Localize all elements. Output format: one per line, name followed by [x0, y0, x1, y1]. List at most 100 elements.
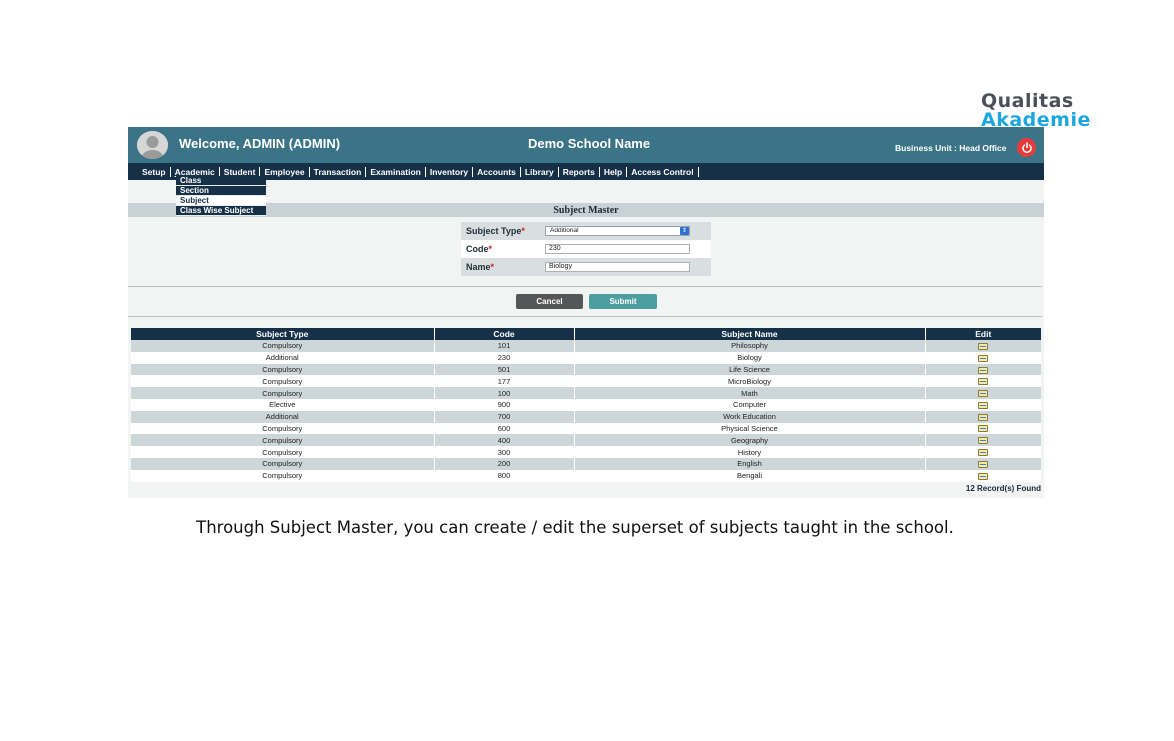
table-row: Elective 900 Computer — [131, 398, 1041, 411]
name-row: Name* Biology — [461, 258, 711, 276]
required-mark: * — [521, 226, 525, 236]
cell-subject-type: Elective — [131, 398, 435, 411]
cell-edit — [925, 398, 1041, 411]
cell-subject-type: Compulsory — [131, 363, 435, 376]
nav-examination[interactable]: Examination — [366, 166, 426, 177]
table-row: Compulsory 800 Bengali — [131, 469, 1041, 482]
column-header-subject-type[interactable]: Subject Type — [131, 328, 435, 340]
app-header: Welcome, ADMIN (ADMIN) Demo School Name … — [128, 127, 1044, 163]
cell-subject-name: MicroBiology — [574, 375, 926, 388]
nav-reports[interactable]: Reports — [559, 166, 600, 177]
cell-edit — [925, 351, 1041, 364]
cell-edit — [925, 469, 1041, 482]
academic-dropdown-menu: Class Section Subject Class Wise Subject — [176, 176, 266, 216]
nav-accounts[interactable]: Accounts — [473, 166, 521, 177]
cell-subject-type: Compulsory — [131, 387, 435, 399]
nav-academic[interactable]: Academic — [171, 166, 220, 177]
nav-transaction[interactable]: Transaction — [310, 166, 367, 177]
table-body: Compulsory 101 Philosophy Additional 230 Biol… — [131, 340, 1041, 482]
cell-edit — [925, 410, 1041, 423]
cell-code: 230 — [434, 351, 575, 364]
cell-code: 100 — [434, 387, 575, 399]
subject-type-select[interactable]: Additional ⇕ — [545, 226, 690, 236]
cell-edit — [925, 422, 1041, 435]
cell-subject-type: Compulsory — [131, 446, 435, 458]
menu-item-class-wise-subject[interactable]: Class Wise Subject — [176, 206, 266, 216]
table-row: Compulsory 501 Life Science — [131, 363, 1041, 376]
cell-code: 177 — [434, 375, 575, 388]
edit-icon[interactable] — [978, 460, 989, 468]
cell-subject-name: Math — [574, 387, 926, 399]
nav-access-control[interactable]: Access Control — [627, 166, 699, 177]
menu-item-subject[interactable]: Subject — [176, 196, 266, 206]
required-mark: * — [488, 244, 493, 254]
required-mark: * — [490, 262, 495, 272]
edit-icon[interactable] — [978, 342, 989, 350]
code-input[interactable]: 230 — [545, 244, 690, 254]
chevron-updown-icon: ⇕ — [680, 227, 689, 235]
nav-library[interactable]: Library — [521, 166, 559, 177]
edit-icon[interactable] — [978, 390, 989, 398]
name-label: Name* — [466, 262, 495, 272]
cell-subject-type: Compulsory — [131, 422, 435, 435]
divider — [128, 316, 1042, 317]
nav-help[interactable]: Help — [600, 166, 628, 177]
subject-type-value: Additional — [550, 227, 579, 234]
column-header-edit: Edit — [925, 328, 1041, 340]
cell-edit — [925, 434, 1041, 447]
cell-subject-name: Computer — [574, 398, 926, 411]
cell-subject-type: Compulsory — [131, 457, 435, 470]
table-row: Additional 230 Biology — [131, 351, 1041, 364]
cell-subject-name: Biology — [574, 351, 926, 364]
edit-icon[interactable] — [978, 449, 989, 457]
table-row: Compulsory 100 Math — [131, 387, 1041, 399]
cell-edit — [925, 457, 1041, 470]
name-input[interactable]: Biology — [545, 262, 690, 272]
cell-code: 300 — [434, 446, 575, 458]
cell-subject-name: Physical Science — [574, 422, 926, 435]
power-icon[interactable] — [1017, 138, 1036, 157]
cell-code: 101 — [434, 340, 575, 352]
column-header-subject-name[interactable]: Subject Name — [574, 328, 926, 340]
code-row: Code* 230 — [461, 240, 711, 258]
nav-inventory[interactable]: Inventory — [426, 166, 474, 177]
menu-item-class[interactable]: Class — [176, 176, 266, 186]
cell-code: 900 — [434, 398, 575, 411]
table-row: Compulsory 177 MicroBiology — [131, 375, 1041, 388]
user-avatar-icon[interactable] — [137, 131, 168, 159]
cell-code: 400 — [434, 434, 575, 447]
cell-code: 200 — [434, 457, 575, 470]
nav-student[interactable]: Student — [220, 166, 261, 177]
edit-icon[interactable] — [978, 366, 989, 374]
edit-icon[interactable] — [978, 378, 989, 386]
edit-icon[interactable] — [978, 425, 989, 433]
menu-item-section[interactable]: Section — [176, 186, 266, 196]
cancel-button[interactable]: Cancel — [516, 294, 583, 309]
subject-table: Subject Type Code Subject Name Edit Comp… — [131, 328, 1041, 482]
welcome-text: Welcome, ADMIN (ADMIN) — [179, 136, 341, 151]
cell-subject-name: History — [574, 446, 926, 458]
cell-subject-type: Additional — [131, 351, 435, 364]
business-unit-text: Business Unit : Head Office — [895, 143, 1007, 153]
table-row: Compulsory 600 Physical Science — [131, 422, 1041, 435]
cell-subject-type: Compulsory — [131, 375, 435, 388]
nav-setup[interactable]: Setup — [142, 166, 171, 177]
cell-subject-type: Compulsory — [131, 340, 435, 352]
divider — [128, 286, 1042, 287]
cell-subject-name: Bengali — [574, 469, 926, 482]
table-row: Compulsory 300 History — [131, 446, 1041, 458]
submit-button[interactable]: Submit — [589, 294, 657, 309]
table-row: Additional 700 Work Education — [131, 410, 1041, 423]
edit-icon[interactable] — [978, 437, 989, 445]
nav-employee[interactable]: Employee — [260, 166, 310, 177]
cell-code: 700 — [434, 410, 575, 423]
edit-icon[interactable] — [978, 401, 989, 409]
edit-icon[interactable] — [978, 413, 989, 421]
cell-subject-name: Geography — [574, 434, 926, 447]
cell-code: 501 — [434, 363, 575, 376]
table-row: Compulsory 400 Geography — [131, 434, 1041, 447]
edit-icon[interactable] — [978, 354, 989, 362]
column-header-code[interactable]: Code — [434, 328, 575, 340]
cell-subject-name: Philosophy — [574, 340, 926, 352]
edit-icon[interactable] — [978, 472, 989, 480]
